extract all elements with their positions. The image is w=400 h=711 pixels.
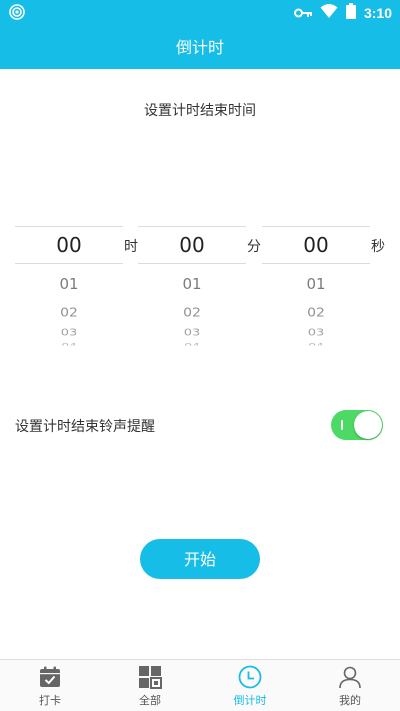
tab-all[interactable]: 全部: [100, 660, 200, 711]
tab-label: 我的: [339, 694, 361, 707]
ringtone-toggle[interactable]: [331, 410, 383, 440]
toggle-knob[interactable]: [354, 411, 382, 439]
hour-picker[interactable]: 00 01 02 03 04: [15, 226, 123, 347]
battery-icon: [345, 3, 356, 23]
tab-mine[interactable]: 我的: [300, 660, 400, 711]
clock-icon: [238, 665, 262, 689]
minute-selected[interactable]: 00: [138, 226, 246, 264]
tab-label: 倒计时: [233, 694, 267, 707]
hour-option[interactable]: 02: [15, 304, 123, 322]
second-selected[interactable]: 00: [262, 226, 370, 264]
start-button[interactable]: 开始: [140, 539, 260, 579]
second-option[interactable]: 01: [262, 273, 370, 295]
page-title: 倒计时: [0, 26, 400, 69]
hotspot-icon: [8, 3, 26, 25]
hour-selected[interactable]: 00: [15, 226, 123, 264]
minute-unit-label: 分: [247, 239, 261, 255]
setup-subtitle: 设置计时结束时间: [144, 103, 256, 119]
hour-option[interactable]: 03: [15, 327, 123, 339]
tab-countdown[interactable]: 倒计时: [200, 660, 300, 711]
second-option[interactable]: 03: [262, 327, 370, 339]
status-time: 3:10: [363, 5, 392, 21]
wifi-icon: [320, 3, 338, 23]
minute-option[interactable]: 01: [138, 273, 246, 295]
calendar-check-icon: [38, 665, 62, 689]
minute-option[interactable]: 03: [138, 327, 246, 339]
vpn-key-icon: [293, 4, 312, 23]
tab-label: 全部: [139, 694, 161, 707]
user-icon: [338, 665, 362, 689]
hour-option[interactable]: 01: [15, 273, 123, 295]
second-option[interactable]: 02: [262, 304, 370, 322]
minute-option[interactable]: 04: [138, 343, 246, 346]
second-picker[interactable]: 00 01 02 03 04: [262, 226, 370, 347]
hour-option[interactable]: 04: [15, 343, 123, 346]
toggle-on-mark: [341, 420, 343, 430]
ringtone-setting-row: 设置计时结束铃声提醒: [15, 408, 385, 444]
status-bar: 3:10: [0, 0, 400, 26]
bottom-tab-bar: 打卡 全部 倒计时 我的: [0, 659, 400, 711]
ringtone-label: 设置计时结束铃声提醒: [15, 419, 155, 435]
second-unit-label: 秒: [371, 239, 385, 255]
second-option[interactable]: 04: [262, 343, 370, 346]
grid-icon: [138, 665, 162, 689]
tab-checkin[interactable]: 打卡: [0, 660, 100, 711]
minute-picker[interactable]: 00 01 02 03 04: [138, 226, 246, 347]
tab-label: 打卡: [39, 694, 61, 707]
hour-unit-label: 时: [124, 239, 138, 255]
minute-option[interactable]: 02: [138, 304, 246, 322]
